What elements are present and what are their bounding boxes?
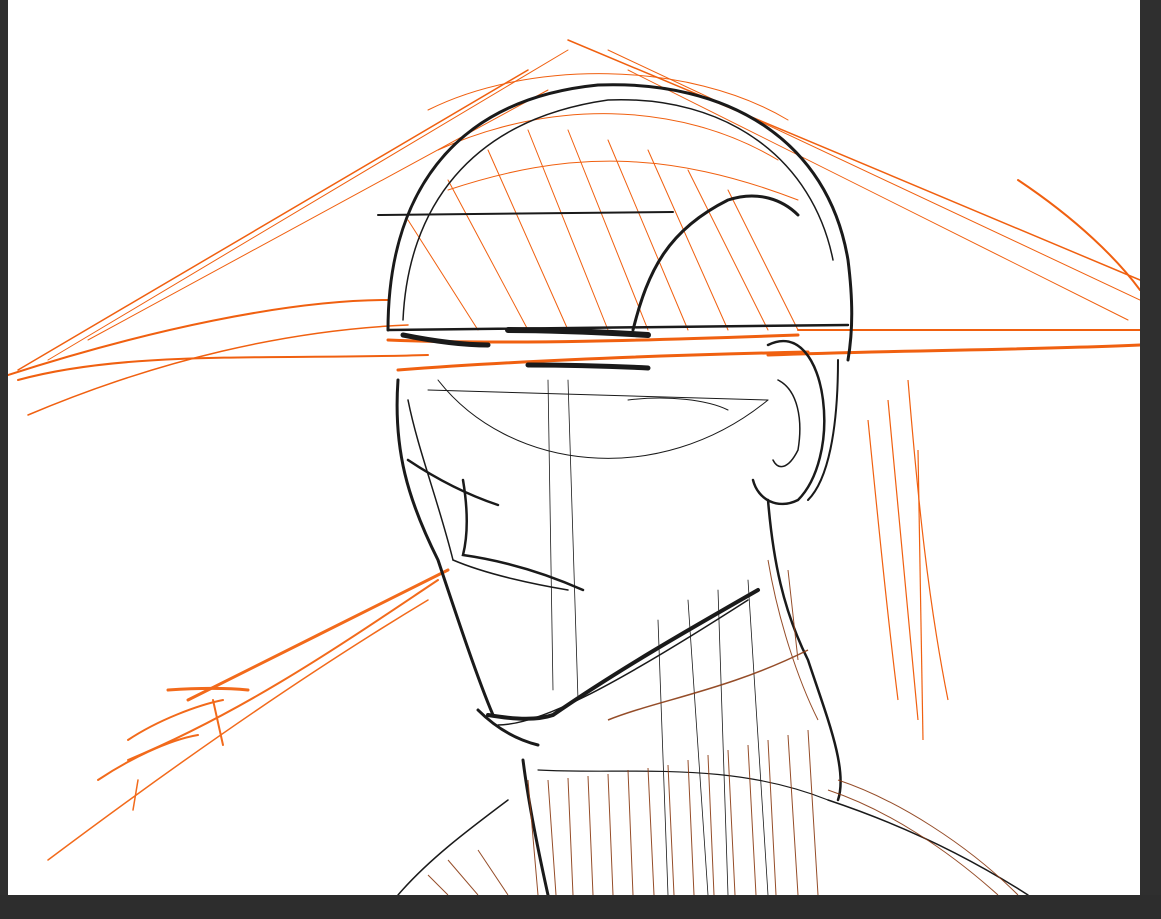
right-panel-edge — [1140, 0, 1161, 919]
face-center-line — [547, 379, 554, 691]
left-panel-edge — [0, 0, 8, 919]
shoulder-right — [827, 799, 1029, 895]
collar-top — [537, 769, 829, 801]
hat-crown-scribble — [427, 73, 799, 201]
drawing-app-window — [0, 0, 1161, 919]
shoulder-left — [397, 799, 509, 895]
neck-lines — [657, 579, 769, 895]
hat-left-slope-3 — [87, 89, 549, 341]
forehead-band — [377, 211, 674, 216]
face-center-line-2 — [567, 379, 579, 701]
neck-left — [521, 758, 550, 895]
jaw — [486, 588, 760, 721]
hat-right-slope-2 — [607, 49, 1140, 301]
forehead-band-2 — [386, 323, 850, 332]
eye-line — [427, 389, 769, 401]
hat-brim-left-3 — [17, 354, 429, 381]
skull-outline — [386, 83, 854, 362]
sketch-artwork — [8, 39, 1140, 895]
neck-right — [766, 498, 842, 802]
ear — [751, 339, 826, 506]
brow-right — [505, 327, 651, 338]
bottom-panel-edge — [0, 895, 1161, 919]
face-left-contour — [395, 378, 495, 717]
hat-right-slope-3 — [627, 69, 1129, 321]
cheekbone-left — [406, 458, 500, 507]
brow-right-2 — [525, 362, 651, 371]
hat-right-slope-4 — [1017, 179, 1140, 291]
hat-brim-right-2 — [766, 343, 1140, 357]
drawing-canvas[interactable] — [8, 0, 1140, 895]
hat-brim-left — [8, 299, 389, 376]
hat-strokes — [8, 39, 1140, 416]
face-left-contour-2 — [407, 399, 454, 561]
hat-hatching — [407, 129, 799, 331]
ear-inner — [772, 379, 801, 468]
hat-left-slope-2 — [47, 49, 569, 361]
hair-braid-strokes — [47, 568, 450, 861]
eye-right-shape — [627, 397, 729, 411]
hairline-right — [631, 194, 800, 332]
hat-left-slope — [17, 69, 529, 371]
hair-strands-right — [867, 379, 949, 741]
face-outline-strokes — [377, 83, 1029, 895]
hat-right-slope — [567, 39, 1140, 281]
nose — [461, 478, 585, 592]
